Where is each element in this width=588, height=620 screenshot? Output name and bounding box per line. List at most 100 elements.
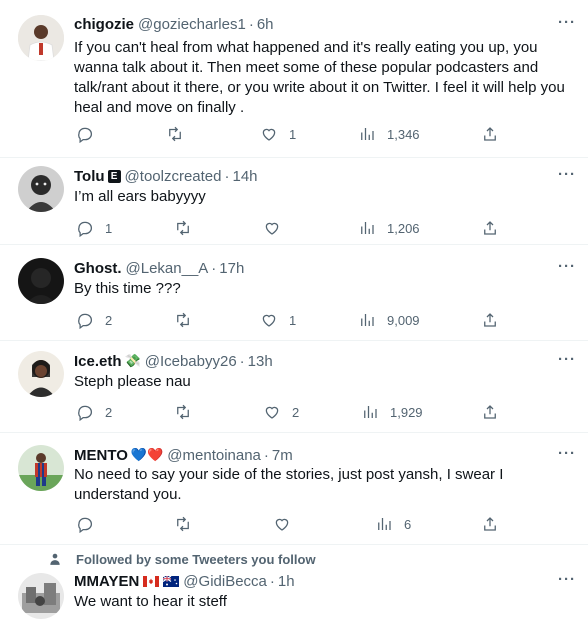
reply-feed: chigozie @goziecharles1 · 6h ··· If you … bbox=[0, 0, 588, 620]
user-handle[interactable]: @Lekan__A bbox=[126, 260, 209, 277]
views-button[interactable]: 6 bbox=[375, 514, 411, 534]
tweet-actions: 2 2 1,929 bbox=[74, 402, 504, 422]
tweet[interactable]: Tolu E @toolzcreated · 14h ··· I’m all e… bbox=[0, 158, 588, 245]
share-button[interactable] bbox=[481, 124, 499, 144]
tweet[interactable]: MENTO 💙❤️ @mentoinana · 7m ··· No need t… bbox=[0, 433, 588, 545]
separator-dot: · bbox=[248, 15, 254, 33]
social-context: Followed by some Tweeters you follow bbox=[48, 551, 316, 567]
tweet-header: Ice.eth 💸 @Icebabyy26 · 13h bbox=[74, 351, 552, 371]
views-icon bbox=[378, 518, 391, 530]
retweet-button[interactable] bbox=[174, 218, 203, 238]
like-button[interactable] bbox=[263, 218, 292, 238]
tweet[interactable]: Ghost. @Lekan__A · 17h ··· By this time … bbox=[0, 245, 588, 341]
timestamp[interactable]: 13h bbox=[248, 353, 273, 370]
share-button[interactable] bbox=[481, 218, 499, 238]
display-name[interactable]: Ghost. bbox=[74, 260, 122, 277]
tweet-header: Tolu E @toolzcreated · 14h bbox=[74, 166, 552, 186]
share-icon bbox=[484, 405, 496, 419]
display-name[interactable]: Ice.eth bbox=[74, 353, 122, 370]
reply-icon bbox=[78, 405, 93, 421]
like-count: 1 bbox=[289, 312, 297, 328]
views-count: 1,206 bbox=[387, 220, 420, 236]
user-handle[interactable]: @mentoinana bbox=[167, 447, 261, 464]
user-handle[interactable]: @Icebabyy26 bbox=[145, 353, 237, 370]
share-button[interactable] bbox=[481, 514, 499, 534]
tweet-text: Steph please nau bbox=[74, 373, 191, 390]
reply-button[interactable]: 2 bbox=[76, 402, 112, 422]
timestamp[interactable]: 17h bbox=[219, 260, 244, 277]
retweet-button[interactable] bbox=[166, 124, 195, 144]
tweet-actions: 6 bbox=[74, 514, 504, 534]
timestamp[interactable]: 1h bbox=[278, 573, 295, 590]
retweet-icon bbox=[177, 516, 189, 532]
retweet-button[interactable] bbox=[174, 310, 203, 330]
tweet-actions: 2 1 9,009 bbox=[74, 310, 504, 330]
views-button[interactable]: 1,346 bbox=[358, 124, 420, 144]
share-icon bbox=[484, 127, 496, 141]
reply-count: 2 bbox=[105, 404, 113, 420]
timestamp[interactable]: 14h bbox=[233, 168, 258, 185]
social-context-text: Followed by some Tweeters you follow bbox=[76, 551, 316, 567]
separator-dot: · bbox=[269, 572, 275, 590]
like-icon bbox=[265, 406, 279, 419]
user-handle[interactable]: @toolzcreated bbox=[125, 168, 222, 185]
user-handle[interactable]: @goziecharles1 bbox=[138, 16, 246, 33]
tweet-text: We want to hear it steff bbox=[74, 593, 227, 610]
like-button[interactable]: 2 bbox=[263, 402, 299, 422]
like-icon bbox=[265, 222, 279, 235]
like-icon bbox=[275, 518, 289, 531]
user-handle[interactable]: @GidiBecca bbox=[183, 573, 267, 590]
reply-button[interactable] bbox=[76, 514, 105, 534]
tweet-header: MENTO 💙❤️ @mentoinana · 7m bbox=[74, 445, 552, 465]
display-name[interactable]: MENTO bbox=[74, 447, 128, 464]
share-button[interactable] bbox=[481, 402, 499, 422]
timestamp[interactable]: 6h bbox=[257, 16, 274, 33]
share-button[interactable] bbox=[481, 310, 499, 330]
tweet[interactable]: Ice.eth 💸 @Icebabyy26 · 13h ··· Steph pl… bbox=[0, 341, 588, 433]
like-button[interactable]: 1 bbox=[260, 124, 296, 144]
avatar[interactable] bbox=[18, 15, 64, 61]
views-count: 6 bbox=[404, 516, 412, 532]
avatar[interactable] bbox=[18, 573, 64, 619]
separator-dot: · bbox=[224, 167, 230, 185]
avatar[interactable] bbox=[18, 351, 64, 397]
avatar[interactable] bbox=[18, 166, 64, 212]
views-icon bbox=[364, 406, 377, 418]
like-button[interactable]: 1 bbox=[260, 310, 296, 330]
retweet-button[interactable] bbox=[174, 514, 203, 534]
like-button[interactable] bbox=[273, 514, 302, 534]
reply-icon bbox=[78, 127, 93, 143]
reply-button[interactable]: 1 bbox=[76, 218, 112, 238]
views-button[interactable]: 1,206 bbox=[358, 218, 420, 238]
reply-button[interactable] bbox=[76, 124, 105, 144]
display-name[interactable]: MMAYEN bbox=[74, 573, 139, 590]
separator-dot: · bbox=[211, 259, 217, 277]
timestamp[interactable]: 7m bbox=[272, 447, 293, 464]
tweet-actions: 1 1,206 bbox=[74, 218, 504, 238]
like-icon bbox=[262, 314, 276, 327]
display-name[interactable]: Tolu bbox=[74, 168, 105, 185]
tweet-text: No need to say your side of the stories,… bbox=[74, 466, 504, 503]
tweet[interactable]: chigozie @goziecharles1 · 6h ··· If you … bbox=[0, 0, 588, 158]
reply-icon bbox=[78, 517, 93, 533]
display-name[interactable]: chigozie bbox=[74, 16, 134, 33]
money-badge: 💸 bbox=[124, 353, 141, 368]
avatar[interactable] bbox=[18, 258, 64, 304]
retweet-icon bbox=[177, 220, 189, 236]
tweet-text: If you can't heal from what happened and… bbox=[74, 39, 565, 116]
tweet[interactable]: Followed by some Tweeters you follow MMA… bbox=[0, 545, 588, 620]
views-icon bbox=[361, 222, 374, 234]
tweet-actions: 1 1,346 bbox=[74, 124, 504, 144]
views-button[interactable]: 9,009 bbox=[358, 310, 420, 330]
like-count: 2 bbox=[292, 404, 300, 420]
reply-count: 1 bbox=[105, 220, 113, 236]
more-icon[interactable]: ··· bbox=[556, 15, 578, 38]
reply-count: 2 bbox=[105, 312, 113, 328]
verified-badge: E bbox=[107, 169, 121, 183]
tweet-header: chigozie @goziecharles1 · 6h bbox=[74, 14, 552, 34]
reply-button[interactable]: 2 bbox=[76, 310, 112, 330]
retweet-button[interactable] bbox=[174, 402, 203, 422]
views-button[interactable]: 1,929 bbox=[361, 402, 423, 422]
separator-dot: · bbox=[263, 446, 269, 464]
avatar[interactable] bbox=[18, 445, 64, 491]
